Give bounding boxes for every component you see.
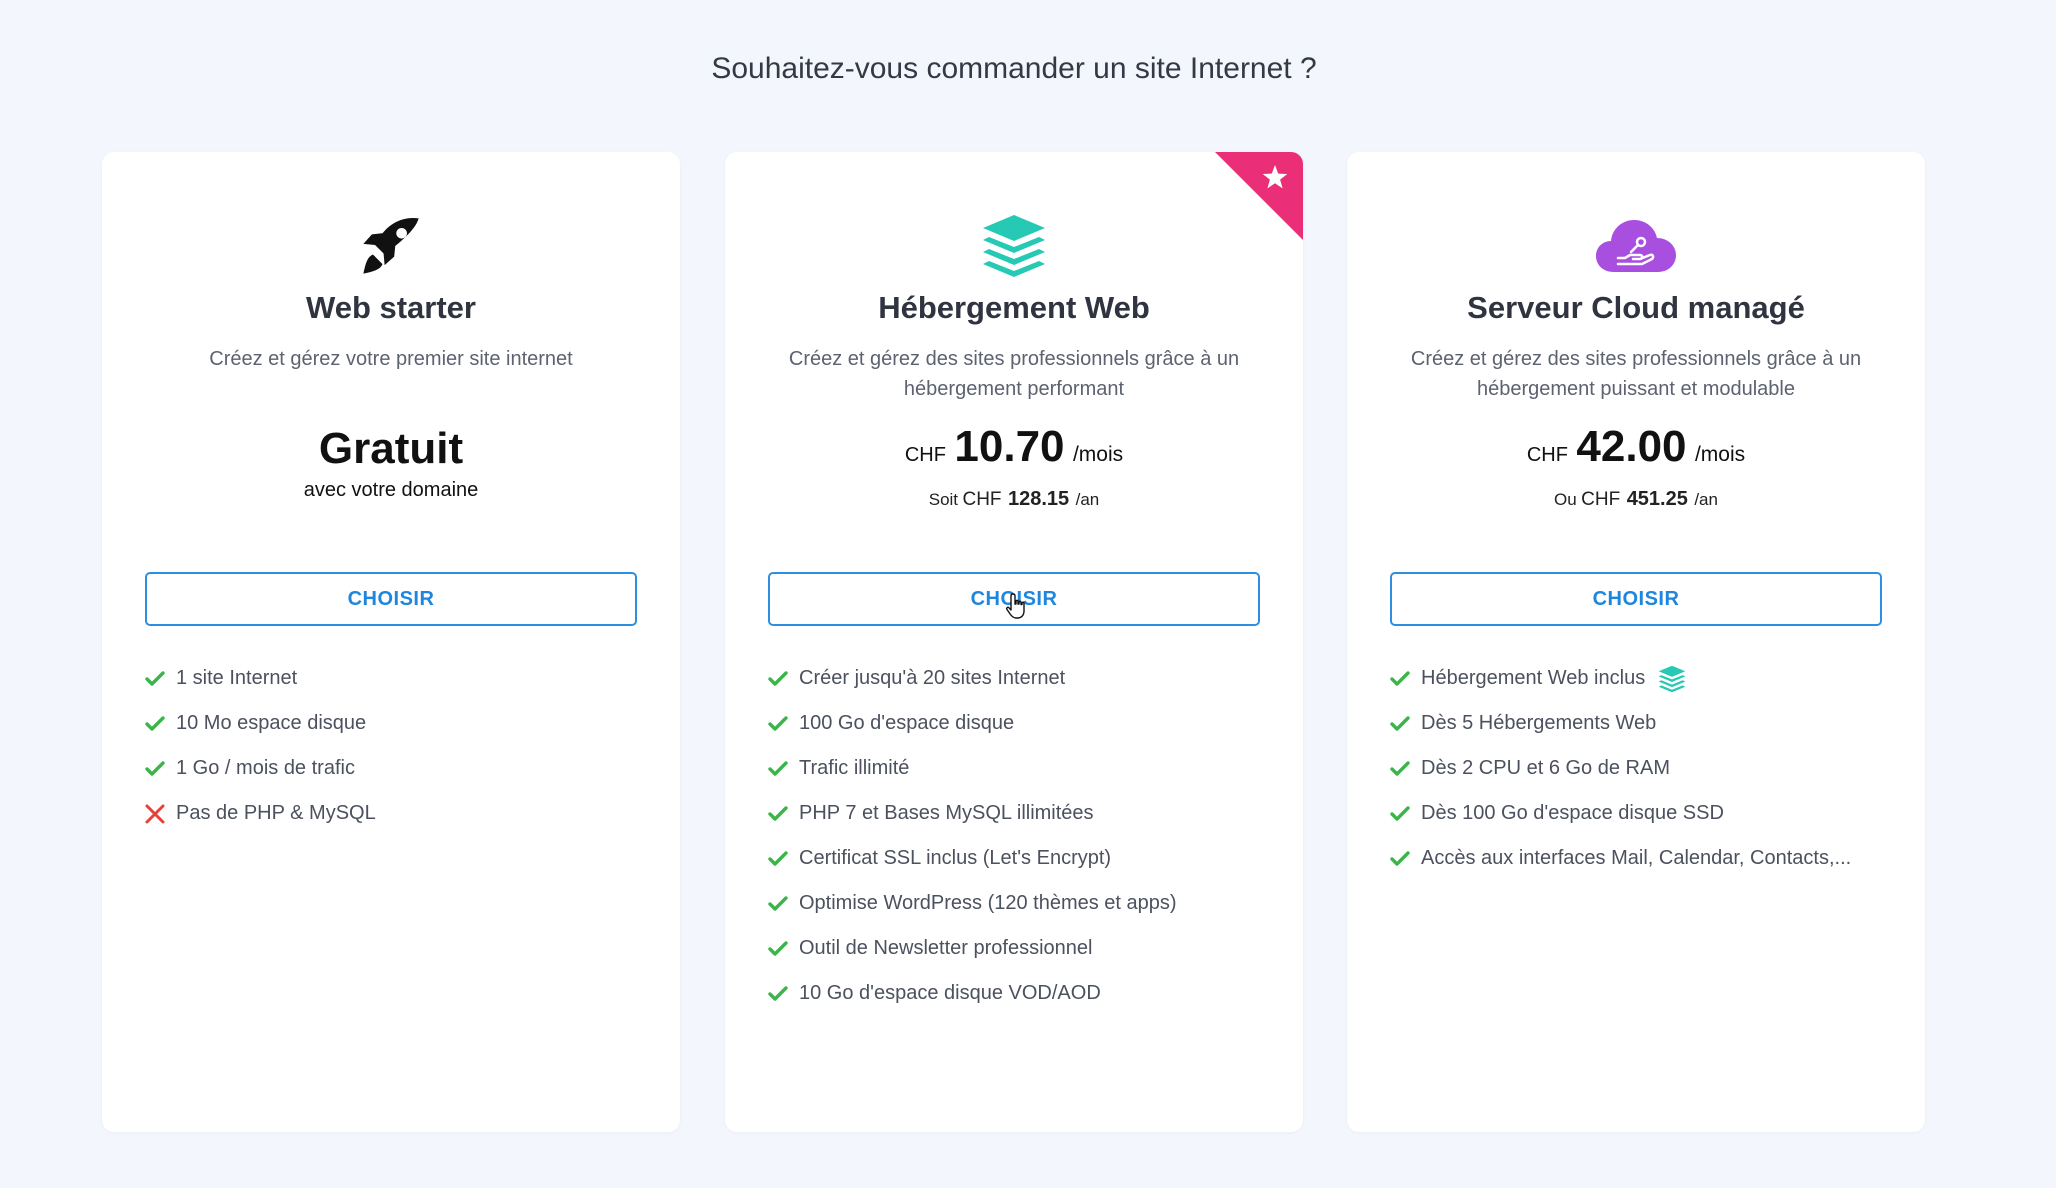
feature-item: Pas de PHP & MySQL xyxy=(145,791,376,836)
price-currency: CHF xyxy=(904,444,946,466)
choose-web-starter-button[interactable]: CHOISIR xyxy=(145,572,637,626)
cross-icon xyxy=(145,803,175,825)
yearly-period: /an xyxy=(1694,490,1718,509)
feature-item: Dès 2 CPU et 6 Go de RAM xyxy=(1390,746,1851,791)
check-icon xyxy=(768,848,798,870)
check-icon xyxy=(1390,848,1420,870)
feature-text: Outil de Newsletter professionnel xyxy=(799,937,1093,959)
price-period: /mois xyxy=(1072,443,1124,466)
feature-text: Créer jusqu'à 20 sites Internet xyxy=(799,667,1066,689)
feature-item: Dès 100 Go d'espace disque SSD xyxy=(1390,791,1851,836)
yearly-price: Soit CHF 128.15 /an xyxy=(725,488,1303,511)
yearly-prefix: Soit xyxy=(928,490,959,509)
feature-text: 1 Go / mois de trafic xyxy=(176,757,355,779)
check-icon xyxy=(1390,803,1420,825)
price-period: /mois xyxy=(1694,443,1746,466)
check-icon xyxy=(145,713,175,735)
yearly-currency: CHF xyxy=(962,489,1002,510)
feature-text: 1 site Internet xyxy=(176,667,298,689)
hand-cursor-icon xyxy=(1005,592,1029,620)
check-icon xyxy=(768,983,798,1005)
check-icon xyxy=(1390,713,1420,735)
feature-item: Créer jusqu'à 20 sites Internet xyxy=(768,656,1177,701)
feature-item: PHP 7 et Bases MySQL illimitées xyxy=(768,791,1177,836)
choose-serveur-cloud-button[interactable]: CHOISIR xyxy=(1390,572,1882,626)
feature-text: Dès 2 CPU et 6 Go de RAM xyxy=(1421,757,1670,779)
feature-text: Optimise WordPress (120 thèmes et apps) xyxy=(799,892,1177,914)
feature-item: 10 Mo espace disque xyxy=(145,701,376,746)
plan-card-serveur-cloud: Serveur Cloud managé Créez et gérez des … xyxy=(1347,152,1925,1132)
plan-description: Créez et gérez des sites professionnels … xyxy=(788,348,1240,400)
feature-text: Hébergement Web inclus xyxy=(1421,667,1646,689)
check-icon xyxy=(768,758,798,780)
yearly-period: /an xyxy=(1075,490,1100,509)
feature-list: 1 site Internet 10 Mo espace disque 1 Go… xyxy=(145,656,376,836)
check-icon xyxy=(768,803,798,825)
plan-price: CHF 42.00 /mois xyxy=(1347,422,1925,472)
price-amount: 10.70 xyxy=(954,422,1065,471)
feature-item: 1 Go / mois de trafic xyxy=(145,746,376,791)
check-icon xyxy=(1390,758,1420,780)
plan-name: Web starter xyxy=(306,290,476,325)
plan-price-subtitle: avec votre domaine xyxy=(303,479,479,501)
yearly-amount: 451.25 xyxy=(1626,488,1688,510)
feature-item: Trafic illimité xyxy=(768,746,1177,791)
yearly-amount: 128.15 xyxy=(1008,488,1070,510)
plan-name: Hébergement Web xyxy=(878,290,1150,325)
feature-item: Certificat SSL inclus (Let's Encrypt) xyxy=(768,836,1177,881)
stack-layers-icon xyxy=(725,208,1303,284)
yearly-currency: CHF xyxy=(1581,489,1621,510)
stack-layers-icon xyxy=(1657,664,1687,694)
feature-text: Pas de PHP & MySQL xyxy=(176,802,376,824)
feature-item: Dès 5 Hébergements Web xyxy=(1390,701,1851,746)
check-icon xyxy=(768,938,798,960)
feature-text: Accès aux interfaces Mail, Calendar, Con… xyxy=(1421,847,1852,869)
check-icon xyxy=(145,668,175,690)
page-title: Souhaitez-vous commander un site Interne… xyxy=(711,52,1317,85)
feature-text: 100 Go d'espace disque xyxy=(799,712,1015,734)
feature-list: Créer jusqu'à 20 sites Internet 100 Go d… xyxy=(768,656,1177,1016)
feature-item: Optimise WordPress (120 thèmes et apps) xyxy=(768,881,1177,926)
feature-text: 10 Go d'espace disque VOD/AOD xyxy=(799,982,1101,1004)
plan-name: Serveur Cloud managé xyxy=(1467,290,1805,325)
rocket-icon xyxy=(102,208,680,284)
check-icon xyxy=(145,758,175,780)
check-icon xyxy=(1390,668,1420,690)
plan-card-hebergement-web: Hébergement Web Créez et gérez des sites… xyxy=(725,152,1303,1132)
check-icon xyxy=(768,893,798,915)
feature-item: Outil de Newsletter professionnel xyxy=(768,926,1177,971)
feature-list: Hébergement Web inclus Dès 5 Hébergement… xyxy=(1390,656,1851,881)
price-amount: 42.00 xyxy=(1576,422,1687,471)
feature-item: 100 Go d'espace disque xyxy=(768,701,1177,746)
feature-text: PHP 7 et Bases MySQL illimitées xyxy=(799,802,1094,824)
plan-card-web-starter: Web starter Créez et gérez votre premier… xyxy=(102,152,680,1132)
yearly-prefix: Ou xyxy=(1554,490,1577,509)
plan-price: CHF 10.70 /mois xyxy=(725,422,1303,472)
price-currency: CHF xyxy=(1526,444,1568,466)
feature-text: Dès 100 Go d'espace disque SSD xyxy=(1421,802,1724,824)
cloud-hand-icon xyxy=(1347,208,1925,284)
feature-text: Dès 5 Hébergements Web xyxy=(1421,712,1657,734)
plan-price: Gratuit xyxy=(318,424,464,473)
plan-description: Créez et gérez des sites professionnels … xyxy=(1410,348,1862,400)
plan-description: Créez et gérez votre premier site intern… xyxy=(209,348,573,370)
feature-text: Certificat SSL inclus (Let's Encrypt) xyxy=(799,847,1112,869)
check-icon xyxy=(768,713,798,735)
feature-text: Trafic illimité xyxy=(799,757,910,779)
yearly-price: Ou CHF 451.25 /an xyxy=(1347,488,1925,511)
feature-item: Accès aux interfaces Mail, Calendar, Con… xyxy=(1390,836,1851,881)
feature-item: Hébergement Web inclus xyxy=(1390,656,1851,701)
check-icon xyxy=(768,668,798,690)
feature-item: 10 Go d'espace disque VOD/AOD xyxy=(768,971,1177,1016)
feature-text: 10 Mo espace disque xyxy=(176,712,367,734)
feature-item: 1 site Internet xyxy=(145,656,376,701)
